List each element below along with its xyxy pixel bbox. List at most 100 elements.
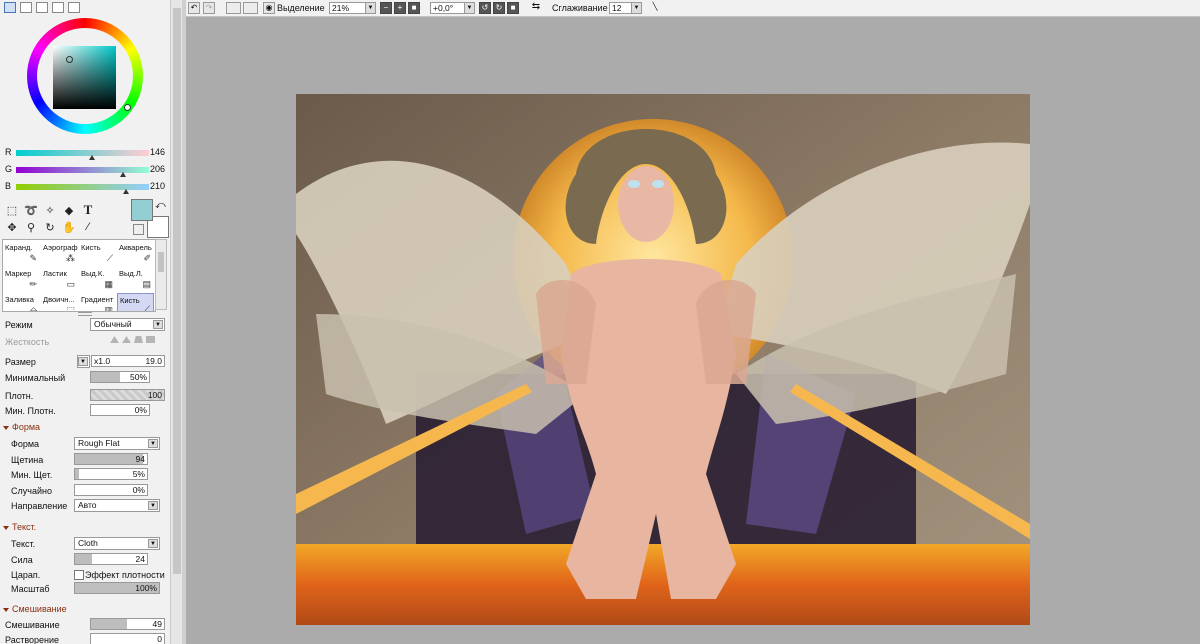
density-effect-checkbox[interactable] <box>74 570 84 580</box>
magic-wand-icon[interactable]: ✧ <box>42 203 58 217</box>
brush-slot[interactable]: Маркер ✏ <box>3 267 40 293</box>
hue-picker-cursor-icon[interactable] <box>124 104 131 111</box>
undo-icon[interactable]: ↶ <box>188 2 200 14</box>
blue-slider[interactable]: B 210 <box>4 181 170 194</box>
min-density-slider[interactable]: 0% <box>90 404 150 416</box>
brush-slot[interactable]: Кисть ⟋ <box>79 241 116 267</box>
chevron-down-icon: ▼ <box>153 320 163 329</box>
blend-section-header[interactable]: Смешивание <box>3 604 67 614</box>
panel-divider[interactable] <box>182 0 186 644</box>
zoom-out-icon[interactable]: − <box>380 2 392 14</box>
lasso-icon[interactable]: ➰ <box>23 203 39 217</box>
blue-slider-handle-icon[interactable] <box>122 189 129 194</box>
brush-slot[interactable]: Выд.К. ▦ <box>79 267 116 293</box>
bristle-slider[interactable]: 94 <box>74 453 148 465</box>
direction-dropdown[interactable]: Авто ▼ <box>74 499 160 512</box>
dilution-slider[interactable]: 0 <box>90 633 165 644</box>
texture-dropdown[interactable]: Cloth ▼ <box>74 537 160 550</box>
rotate-cw-icon[interactable]: ↻ <box>493 2 505 14</box>
eyedropper-icon[interactable]: ⁄ <box>80 220 96 234</box>
red-slider[interactable]: R 146 <box>4 147 170 160</box>
chevron-down-icon: ▼ <box>148 539 158 548</box>
brush-slot[interactable]: Двоичн... ⬚ <box>41 293 78 311</box>
brush-palette-scrollbar[interactable] <box>155 239 167 310</box>
random-row: Случайно 0% <box>11 484 165 498</box>
watercolor-icon: ✐ <box>143 253 151 263</box>
brush-slot[interactable]: Аэрограф ⁂ <box>41 241 78 267</box>
red-slider-handle-icon[interactable] <box>89 155 96 160</box>
strength-slider[interactable]: 24 <box>74 553 148 565</box>
color-wheel[interactable] <box>27 18 143 134</box>
painting-canvas[interactable] <box>296 94 1030 625</box>
smoothing-dropdown[interactable]: 12 ▼ <box>609 2 642 14</box>
green-slider[interactable]: G 206 <box>4 164 170 177</box>
panel-resize-grip[interactable] <box>78 312 92 316</box>
brush-slot[interactable]: Акварель ✐ <box>117 241 154 267</box>
green-slider-handle-icon[interactable] <box>120 172 127 177</box>
saturation-value-square[interactable] <box>53 46 116 109</box>
primary-color-swatch[interactable] <box>131 199 153 221</box>
random-slider[interactable]: 0% <box>74 484 148 496</box>
left-arm <box>536 280 596 384</box>
invert-selection-icon[interactable] <box>243 2 258 14</box>
hand-icon[interactable]: ✋ <box>61 220 77 234</box>
blend-slider[interactable]: 49 <box>90 618 165 630</box>
brush-slot-label: Двоичн... <box>43 295 75 304</box>
right-arm <box>696 280 756 384</box>
rect-select-icon[interactable]: ⬚ <box>4 203 20 217</box>
redo-icon[interactable]: ↷ <box>203 2 215 14</box>
brush-slot[interactable]: Каранд. ✎ <box>3 241 40 267</box>
hsv-slider-mode-button[interactable] <box>36 2 48 13</box>
move-icon[interactable]: ✥ <box>4 220 20 234</box>
scratchpad-mode-button[interactable] <box>68 2 80 13</box>
brush-slot[interactable]: Градиент ▥ <box>79 293 116 311</box>
scale-slider[interactable]: 100% <box>74 582 160 594</box>
shape-dropdown[interactable]: Rough Flat ▼ <box>74 437 160 450</box>
zoom-in-icon[interactable]: + <box>394 2 406 14</box>
rgb-slider-mode-button[interactable] <box>20 2 32 13</box>
zoom-icon[interactable]: ⚲ <box>23 220 39 234</box>
min-size-row: Минимальный 50% <box>5 371 165 385</box>
hardness-medium-icon[interactable] <box>122 336 131 343</box>
texture-section-header[interactable]: Текст. <box>3 522 36 532</box>
rotate-ccw-icon[interactable]: ↺ <box>479 2 491 14</box>
texture-row: Текст. Cloth ▼ <box>11 537 165 551</box>
swatches-mode-button[interactable] <box>52 2 64 13</box>
chevron-down-icon: ▼ <box>464 3 474 13</box>
color-wheel-mode-button[interactable] <box>4 2 16 13</box>
fill-select-icon[interactable]: ◆ <box>61 203 77 217</box>
brush-icon: ⟋ <box>143 304 150 312</box>
rotation-dropdown[interactable]: +0,0° ▼ <box>430 2 475 14</box>
mode-dropdown[interactable]: Обычный ▼ <box>90 318 165 331</box>
flip-horizontal-icon[interactable]: ⇆ <box>530 2 542 14</box>
hardness-hard-icon[interactable] <box>146 336 155 343</box>
eye-icon[interactable]: ◉ <box>263 2 275 14</box>
brush-slot[interactable]: Выд.Л. ▤ <box>117 267 154 293</box>
color-picker-cursor-icon[interactable] <box>66 56 73 63</box>
zoom-reset-icon[interactable]: ■ <box>408 2 420 14</box>
transparent-color-icon[interactable] <box>133 224 144 235</box>
select-eraser-icon: ▤ <box>142 279 151 289</box>
min-bristle-row: Мин. Щет. 5% <box>11 468 165 482</box>
zoom-dropdown[interactable]: 21% ▼ <box>329 2 376 14</box>
hardness-firm-icon[interactable] <box>134 336 143 343</box>
shape-section-header[interactable]: Форма <box>3 422 40 432</box>
brush-slot[interactable]: Кисть ⟋ <box>117 293 154 312</box>
text-tool-icon[interactable]: T <box>80 202 96 217</box>
density-slider[interactable]: 100 <box>90 389 165 401</box>
brush-slot-label: Заливка <box>5 295 34 304</box>
rotate-reset-icon[interactable]: ■ <box>507 2 519 14</box>
min-bristle-slider[interactable]: 5% <box>74 468 148 480</box>
swap-colors-icon[interactable]: ⤺ <box>155 200 166 211</box>
direction-row: Направление Авто ▼ <box>11 499 165 513</box>
size-slider[interactable]: x1.0 19.0 <box>91 355 165 367</box>
pencil-icon: ✎ <box>29 253 37 263</box>
pressure-line-icon[interactable]: ╲ <box>649 2 661 14</box>
deselect-icon[interactable] <box>226 2 241 14</box>
min-size-slider[interactable]: 50% <box>90 371 150 383</box>
hardness-soft-icon[interactable] <box>110 336 119 343</box>
rotate-icon[interactable]: ↻ <box>42 220 58 234</box>
size-multiplier-dropdown[interactable]: ▼ <box>77 355 90 368</box>
brush-slot[interactable]: Заливка ⬙ <box>3 293 40 311</box>
brush-slot[interactable]: Ластик ▭ <box>41 267 78 293</box>
